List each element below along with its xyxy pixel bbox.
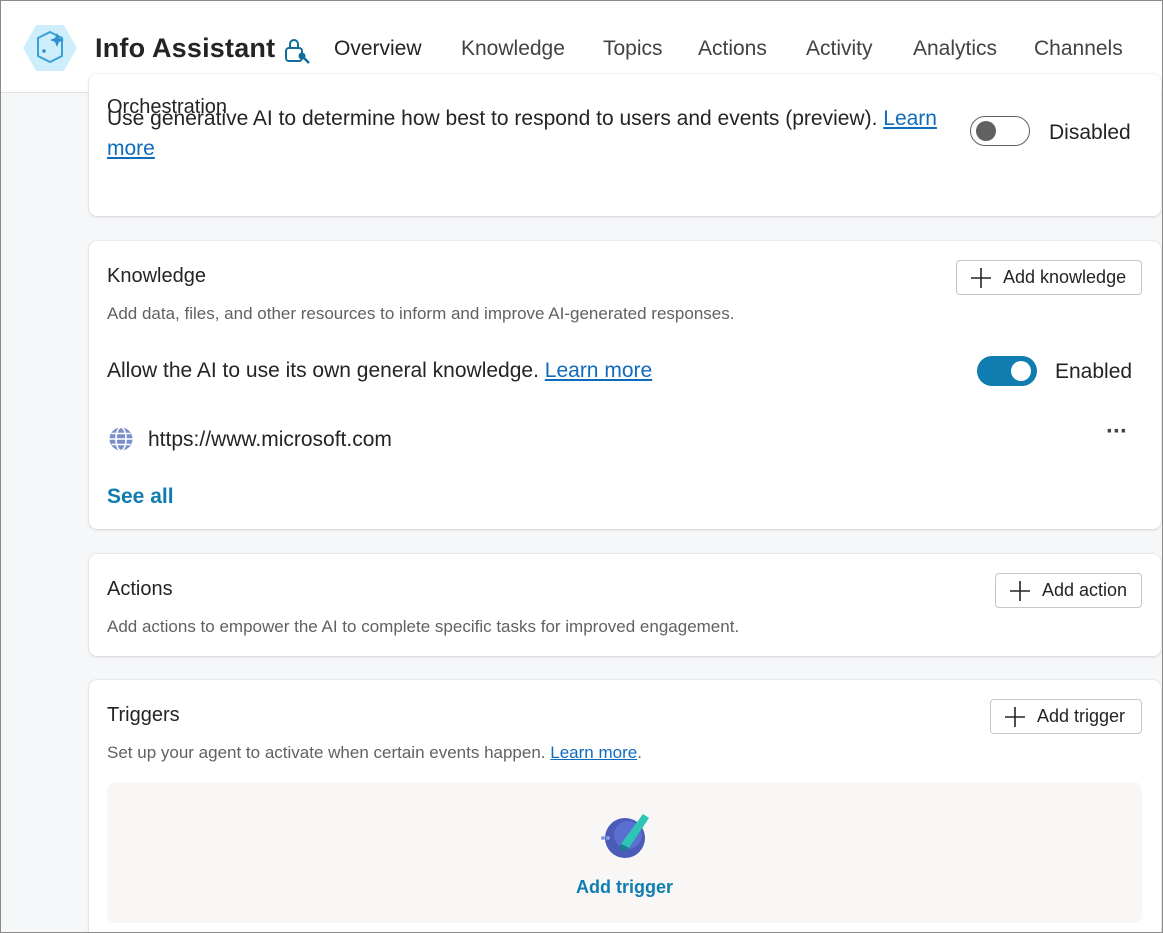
see-all-link[interactable]: See all (107, 485, 174, 509)
overview-content: Orchestration Use generative AI to deter… (1, 74, 1162, 932)
toggle-knob (976, 120, 996, 141)
orchestration-description: Use generative AI to determine how best … (107, 107, 937, 160)
globe-icon (109, 426, 133, 452)
plus-icon (1005, 706, 1025, 727)
knowledge-source-url: https://www.microsoft.com (148, 428, 392, 451)
general-knowledge-row: Allow the AI to use its own general know… (107, 359, 653, 382)
triggers-description: Set up your agent to activate when certa… (107, 743, 642, 762)
general-knowledge-learn-more-link[interactable]: Learn more (545, 359, 652, 382)
knowledge-source-row[interactable]: https://www.microsoft.com ··· (107, 418, 1147, 460)
lock-key-icon[interactable] (282, 37, 310, 65)
add-trigger-button[interactable]: Add trigger (990, 699, 1142, 734)
orchestration-card: Orchestration Use generative AI to deter… (89, 74, 1161, 216)
agent-title: Info Assistant (95, 33, 276, 63)
knowledge-card: Knowledge Add knowledge Add data, files,… (89, 241, 1161, 529)
triggers-learn-more-link[interactable]: Learn more (550, 743, 637, 762)
agent-logo-icon (23, 25, 77, 71)
add-knowledge-button[interactable]: Add knowledge (956, 260, 1142, 295)
knowledge-description: Add data, files, and other resources to … (107, 304, 735, 323)
actions-description: Add actions to empower the AI to complet… (107, 617, 740, 636)
actions-title: Actions (107, 578, 173, 600)
toggle-knob (1011, 361, 1031, 381)
plus-icon (1010, 580, 1030, 601)
tab-topics[interactable]: Topics (603, 37, 663, 61)
tab-channels[interactable]: Channels (1034, 37, 1123, 61)
more-options-icon[interactable]: ··· (1106, 418, 1128, 446)
add-trigger-link[interactable]: Add trigger (107, 877, 1142, 898)
knowledge-title: Knowledge (107, 265, 206, 287)
tab-overview[interactable]: Overview (334, 37, 422, 61)
trigger-illustration-icon (601, 814, 649, 858)
tab-activity[interactable]: Activity (806, 37, 873, 61)
orchestration-toggle-label: Disabled (1049, 121, 1131, 144)
add-action-button[interactable]: Add action (995, 573, 1142, 608)
triggers-empty-state: Add trigger (107, 782, 1142, 923)
tab-knowledge[interactable]: Knowledge (461, 37, 565, 61)
app-window: Info Assistant Overview Knowledge Topics… (0, 0, 1163, 933)
triggers-title: Triggers (107, 704, 180, 726)
general-knowledge-toggle[interactable] (977, 356, 1037, 386)
tab-analytics[interactable]: Analytics (913, 37, 997, 61)
triggers-card: Triggers Add trigger Set up your agent t… (89, 680, 1161, 932)
orchestration-toggle[interactable] (970, 116, 1030, 146)
tab-actions[interactable]: Actions (698, 37, 767, 61)
actions-card: Actions Add action Add actions to empowe… (89, 554, 1161, 656)
plus-icon (971, 267, 991, 288)
general-knowledge-toggle-label: Enabled (1055, 360, 1133, 383)
